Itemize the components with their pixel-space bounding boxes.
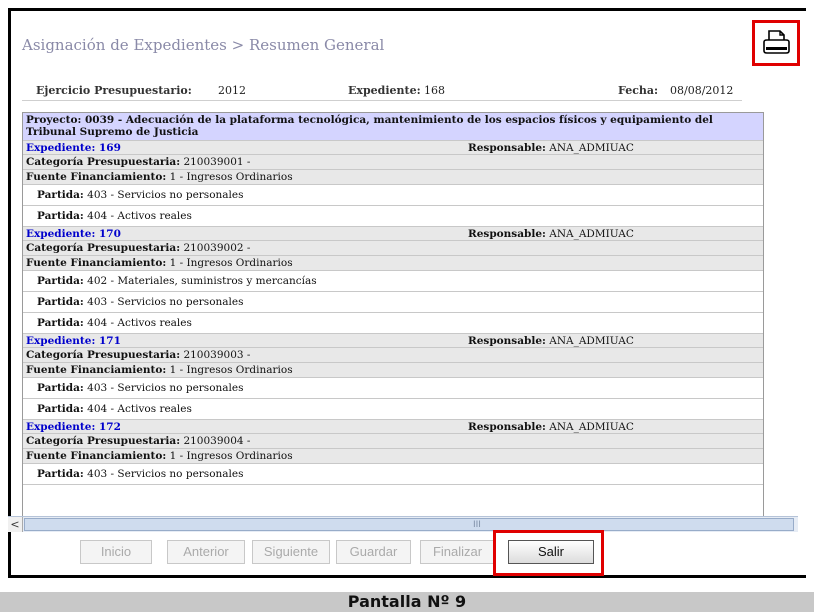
responsable-cell: Responsable: ANA_ADMIUAC [468, 227, 634, 241]
ejercicio-value: 2012 [218, 84, 246, 97]
siguiente-button[interactable]: Siguiente [252, 540, 330, 564]
partida-value: 403 - Servicios no personales [87, 296, 244, 308]
expediente-link[interactable]: Expediente: 169 [26, 142, 121, 154]
printer-icon[interactable] [761, 28, 791, 58]
partida-label: Partida: [37, 189, 84, 201]
fuente-row: Fuente Financiamiento: 1 - Ingresos Ordi… [23, 449, 763, 464]
partida-row: Partida: 402 - Materiales, suministros y… [23, 271, 763, 292]
partida-label: Partida: [37, 296, 84, 308]
scroll-left-button[interactable]: < [8, 517, 23, 532]
partida-label: Partida: [37, 382, 84, 394]
expediente-row: Expediente: 171 Responsable: ANA_ADMIUAC [23, 334, 763, 348]
categoria-value: 210039002 - [183, 242, 251, 254]
responsable-value: ANA_ADMIUAC [549, 142, 634, 154]
categoria-value: 210039004 - [183, 435, 251, 447]
fecha-label: Fecha: [618, 84, 659, 97]
partida-row: Partida: 403 - Servicios no personales [23, 292, 763, 313]
expedientes-list: Expediente: 169 Responsable: ANA_ADMIUAC C… [23, 141, 763, 485]
categoria-value: 210039001 - [183, 156, 251, 168]
partida-label: Partida: [37, 468, 84, 480]
fuente-value: 1 - Ingresos Ordinarios [169, 450, 293, 462]
partida-row: Partida: 403 - Servicios no personales [23, 185, 763, 206]
responsable-value: ANA_ADMIUAC [549, 335, 634, 347]
responsable-cell: Responsable: ANA_ADMIUAC [468, 141, 634, 155]
partida-row: Partida: 403 - Servicios no personales [23, 378, 763, 399]
inicio-button[interactable]: Inicio [80, 540, 152, 564]
partida-row: Partida: 404 - Activos reales [23, 313, 763, 334]
project-row: Proyecto: 0039 - Adecuación de la plataf… [23, 113, 763, 141]
fuente-label: Fuente Financiamiento: [26, 364, 167, 376]
fuente-value: 1 - Ingresos Ordinarios [169, 364, 293, 376]
fuente-label: Fuente Financiamiento: [26, 450, 167, 462]
partida-value: 403 - Servicios no personales [87, 468, 244, 480]
partida-value: 403 - Servicios no personales [87, 189, 244, 201]
page-title: Asignación de Expedientes > Resumen Gene… [22, 36, 385, 54]
expediente-value: 168 [424, 84, 445, 97]
meta-divider [22, 100, 742, 101]
expediente-row: Expediente: 170 Responsable: ANA_ADMIUAC [23, 227, 763, 241]
figure-caption: Pantalla Nº 9 [347, 592, 467, 611]
categoria-label: Categoría Presupuestaria: [26, 242, 181, 254]
partida-value: 404 - Activos reales [87, 317, 192, 329]
summary-grid[interactable]: Proyecto: 0039 - Adecuación de la plataf… [22, 112, 764, 518]
ejercicio-label: Ejercicio Presupuestario: [36, 84, 192, 97]
scrollbar-grip: III [473, 520, 481, 530]
anterior-button[interactable]: Anterior [167, 540, 245, 564]
partida-value: 402 - Materiales, suministros y mercancí… [87, 275, 317, 287]
responsable-label: Responsable: [468, 142, 546, 154]
responsable-value: ANA_ADMIUAC [549, 228, 634, 240]
meta-bar: Ejercicio Presupuestario: 2012 Expedient… [22, 80, 762, 100]
guardar-button[interactable]: Guardar [336, 540, 411, 564]
expediente-link[interactable]: Expediente: 170 [26, 228, 121, 240]
fuente-row: Fuente Financiamiento: 1 - Ingresos Ordi… [23, 256, 763, 271]
finalizar-button[interactable]: Finalizar [420, 540, 495, 564]
categoria-row: Categoría Presupuestaria: 210039004 - [23, 434, 763, 449]
expediente-link[interactable]: Expediente: 172 [26, 421, 121, 433]
fuente-label: Fuente Financiamiento: [26, 257, 167, 269]
fuente-row: Fuente Financiamiento: 1 - Ingresos Ordi… [23, 170, 763, 185]
partida-label: Partida: [37, 210, 84, 222]
print-highlight [752, 20, 800, 66]
responsable-label: Responsable: [468, 421, 546, 433]
fuente-label: Fuente Financiamiento: [26, 171, 167, 183]
categoria-label: Categoría Presupuestaria: [26, 349, 181, 361]
categoria-value: 210039003 - [183, 349, 251, 361]
partida-label: Partida: [37, 275, 84, 287]
categoria-row: Categoría Presupuestaria: 210039001 - [23, 155, 763, 170]
responsable-value: ANA_ADMIUAC [549, 421, 634, 433]
horizontal-scrollbar[interactable]: < III [8, 516, 798, 532]
partida-row: Partida: 404 - Activos reales [23, 399, 763, 420]
categoria-label: Categoría Presupuestaria: [26, 435, 181, 447]
categoria-row: Categoría Presupuestaria: 210039002 - [23, 241, 763, 256]
salir-highlight [493, 530, 604, 576]
partida-label: Partida: [37, 317, 84, 329]
partida-value: 404 - Activos reales [87, 210, 192, 222]
partida-value: 404 - Activos reales [87, 403, 192, 415]
responsable-cell: Responsable: ANA_ADMIUAC [468, 334, 634, 348]
responsable-cell: Responsable: ANA_ADMIUAC [468, 420, 634, 434]
partida-row: Partida: 403 - Servicios no personales [23, 464, 763, 485]
categoria-label: Categoría Presupuestaria: [26, 156, 181, 168]
categoria-row: Categoría Presupuestaria: 210039003 - [23, 348, 763, 363]
fuente-value: 1 - Ingresos Ordinarios [169, 257, 293, 269]
partida-label: Partida: [37, 403, 84, 415]
scrollbar-thumb[interactable]: III [24, 518, 794, 531]
fuente-value: 1 - Ingresos Ordinarios [169, 171, 293, 183]
expediente-label: Expediente: [348, 84, 421, 97]
partida-row: Partida: 404 - Activos reales [23, 206, 763, 227]
expediente-row: Expediente: 169 Responsable: ANA_ADMIUAC [23, 141, 763, 155]
expediente-row: Expediente: 172 Responsable: ANA_ADMIUAC [23, 420, 763, 434]
partida-value: 403 - Servicios no personales [87, 382, 244, 394]
fecha-value: 08/08/2012 [670, 84, 734, 97]
fuente-row: Fuente Financiamiento: 1 - Ingresos Ordi… [23, 363, 763, 378]
responsable-label: Responsable: [468, 335, 546, 347]
responsable-label: Responsable: [468, 228, 546, 240]
expediente-link[interactable]: Expediente: 171 [26, 335, 121, 347]
